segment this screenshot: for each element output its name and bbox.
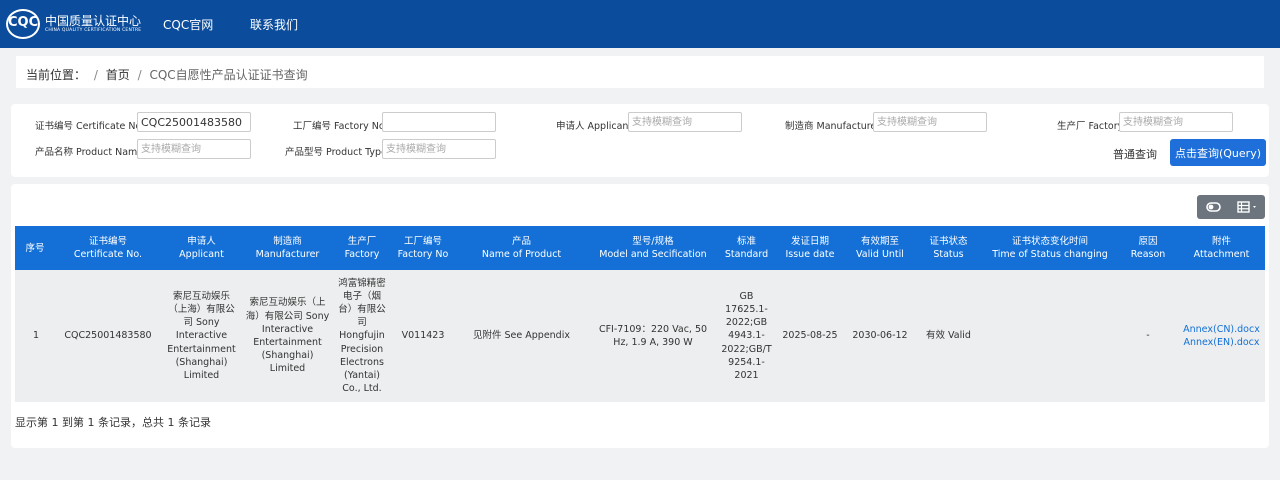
factory-input[interactable]	[1119, 112, 1233, 132]
table-header-row: 序号 证书编号 Certificate No. 申请人 Applicant 制造商 M…	[15, 226, 1265, 270]
top-navbar: CQC 中国质量认证中心 CHINA QUALITY CERTIFICATION…	[0, 0, 1280, 48]
logo-title-cn: 中国质量认证中心	[45, 14, 142, 28]
cqc-logo-icon[interactable]: CQC	[6, 9, 40, 39]
query-button[interactable]: 点击查询(Query)	[1170, 139, 1266, 166]
factory-no-label: 工厂编号 Factory No.:	[293, 121, 391, 132]
attachment-link-cn[interactable]: Annex(CN).docx	[1181, 323, 1262, 336]
cell-manufacturer: 索尼互动娱乐（上海）有限公司 Sony Interactive Entertai…	[242, 270, 333, 402]
applicant-label: 申请人 Applicant:	[556, 121, 636, 132]
column-header-certificate-no: 证书编号 Certificate No.	[55, 226, 161, 270]
product-name-label: 产品名称 Product Name:	[35, 147, 147, 158]
certificate-no-input[interactable]	[137, 112, 251, 132]
attachment-link-en[interactable]: Annex(EN).docx	[1181, 336, 1262, 349]
product-name-input[interactable]	[137, 139, 251, 159]
plain-query-button[interactable]: 普通查询	[1104, 140, 1166, 168]
product-type-input[interactable]	[382, 139, 496, 159]
certificate-no-label: 证书编号 Certificate No.:	[35, 121, 148, 132]
breadcrumb-home[interactable]: 首页	[106, 68, 130, 82]
cell-factory-no: V011423	[391, 270, 455, 402]
column-header-attachment: 附件 Attachment	[1178, 226, 1265, 270]
cell-attachment: Annex(CN).docx Annex(EN).docx	[1178, 270, 1265, 402]
certificate-table: 序号 证书编号 Certificate No. 申请人 Applicant 制造商 M…	[15, 226, 1265, 402]
column-header-factory: 生产厂 Factory	[333, 226, 391, 270]
column-header-status: 证书状态 Status	[915, 226, 982, 270]
cell-reason: -	[1118, 270, 1178, 402]
cell-status-changed	[982, 270, 1118, 402]
column-header-applicant: 申请人 Applicant	[161, 226, 242, 270]
search-form: 证书编号 Certificate No.: 工厂编号 Factory No.: …	[11, 104, 1269, 177]
breadcrumb: 当前位置： / 首页 / CQC自愿性产品认证证书查询	[16, 56, 1264, 88]
factory-label: 生产厂 Factory:	[1057, 121, 1126, 132]
breadcrumb-separator: /	[93, 68, 98, 82]
cell-product: 见附件 See Appendix	[455, 270, 588, 402]
applicant-input[interactable]	[628, 112, 742, 132]
cell-seq: 1	[15, 270, 55, 402]
table-row: 1 CQC25001483580 索尼互动娱乐（上海）有限公司 Sony Int…	[15, 270, 1265, 402]
columns-dropdown-button[interactable]	[1231, 195, 1265, 219]
column-header-model: 型号/规格 Model and Secification	[588, 226, 718, 270]
logo-title-en: CHINA QUALITY CERTIFICATION CENTRE	[45, 28, 142, 33]
breadcrumb-prefix: 当前位置：	[26, 68, 87, 82]
column-header-status-changed: 证书状态变化时间 Time of Status changing	[982, 226, 1118, 270]
nav-link-cqc-official[interactable]: CQC官网	[163, 16, 213, 33]
pagination-summary: 显示第 1 到第 1 条记录，总共 1 条记录	[15, 416, 211, 429]
cell-standard: GB 17625.1-2022;GB 4943.1-2022;GB/T 9254…	[718, 270, 775, 402]
cell-factory: 鸿富锦精密电子（烟台）有限公司 Hongfujin Precision Elec…	[333, 270, 391, 402]
column-header-issue-date: 发证日期 Issue date	[775, 226, 845, 270]
cell-certificate-no: CQC25001483580	[55, 270, 161, 402]
logo-mark: CQC	[8, 15, 39, 30]
column-header-standard: 标准 Standard	[718, 226, 775, 270]
cell-applicant: 索尼互动娱乐（上海）有限公司 Sony Interactive Entertai…	[161, 270, 242, 402]
breadcrumb-separator: /	[137, 68, 142, 82]
results-panel: 序号 证书编号 Certificate No. 申请人 Applicant 制造商 M…	[11, 184, 1269, 448]
product-type-label: 产品型号 Product Type:	[285, 147, 391, 158]
cell-status: 有效 Valid	[915, 270, 982, 402]
column-header-valid-until: 有效期至 Valid Until	[845, 226, 915, 270]
column-header-product: 产品 Name of Product	[455, 226, 588, 270]
cell-valid-until: 2030-06-12	[845, 270, 915, 402]
column-header-factory-no: 工厂编号 Factory No	[391, 226, 455, 270]
cell-issue-date: 2025-08-25	[775, 270, 845, 402]
toggle-view-button[interactable]	[1197, 195, 1231, 219]
manufacturer-label: 制造商 Manufacturer:	[785, 121, 884, 132]
factory-no-input[interactable]	[382, 112, 496, 132]
column-header-seq: 序号	[15, 226, 55, 270]
breadcrumb-current: CQC自愿性产品认证证书查询	[149, 68, 308, 82]
manufacturer-input[interactable]	[873, 112, 987, 132]
column-header-reason: 原因 Reason	[1118, 226, 1178, 270]
column-header-manufacturer: 制造商 Manufacturer	[242, 226, 333, 270]
nav-link-contact-us[interactable]: 联系我们	[250, 16, 298, 33]
columns-icon	[1237, 201, 1256, 213]
toggle-icon	[1206, 202, 1221, 212]
cell-model: CFI-7109：220 Vac, 50 Hz, 1.9 A, 390 W	[588, 270, 718, 402]
